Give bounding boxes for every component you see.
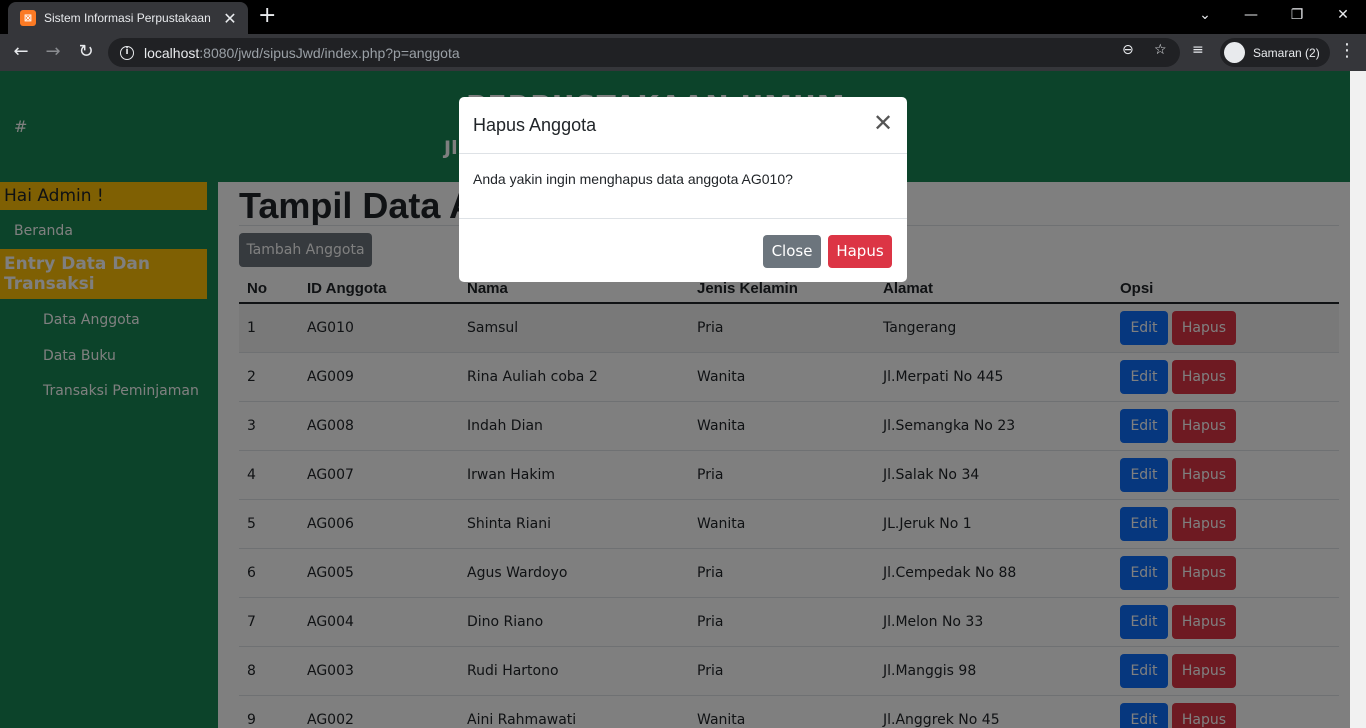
page-scrollbar[interactable] <box>1350 71 1366 728</box>
back-icon[interactable]: ← <box>8 40 34 66</box>
forward-icon[interactable]: → <box>40 40 66 66</box>
minimize-icon[interactable]: — <box>1228 4 1274 26</box>
site-info-icon[interactable]: i <box>120 45 134 60</box>
modal-footer: Close Hapus <box>459 218 907 282</box>
confirm-delete-button[interactable]: Hapus <box>828 235 892 268</box>
restore-icon[interactable]: ❐ <box>1274 4 1320 26</box>
bookmark-star-icon[interactable]: ☆ <box>1154 42 1167 58</box>
address-bar[interactable]: i localhost:8080/jwd/sipusJwd/index.php?… <box>108 38 1180 67</box>
tab-close-icon[interactable]: ✕ <box>218 9 242 28</box>
delete-modal: Hapus Anggota ✕ Anda yakin ingin menghap… <box>459 97 907 282</box>
reload-icon[interactable]: ↻ <box>73 40 99 66</box>
modal-header: Hapus Anggota ✕ <box>459 97 907 154</box>
incognito-profile[interactable]: Samaran (2) <box>1220 38 1330 67</box>
new-tab-icon[interactable]: + <box>258 5 276 27</box>
close-icon[interactable]: ✕ <box>873 111 893 135</box>
browser-menu-icon[interactable]: ⋮ <box>1338 40 1356 61</box>
tab-search-icon[interactable]: ⌄ <box>1182 4 1228 26</box>
profile-name: Samaran (2) <box>1253 45 1320 60</box>
reading-list-icon[interactable]: ≡ <box>1192 42 1204 58</box>
tab-title: Sistem Informasi Perpustakaan <box>44 11 211 25</box>
browser-tabbar: ⊠ Sistem Informasi Perpustakaan ✕ + ⌄ — … <box>0 0 1366 34</box>
incognito-icon <box>1224 42 1245 63</box>
xampp-icon: ⊠ <box>20 10 36 26</box>
page: # PERPUSTAKAAN UMUM Jl Hai Admin ! Beran… <box>0 71 1350 728</box>
modal-message: Anda yakin ingin menghapus data anggota … <box>473 171 793 187</box>
browser-toolbar: ← → ↻ i localhost:8080/jwd/sipusJwd/inde… <box>0 34 1366 71</box>
window-close-icon[interactable]: ✕ <box>1320 4 1366 26</box>
close-button[interactable]: Close <box>763 235 821 268</box>
modal-title: Hapus Anggota <box>473 115 597 135</box>
url-text: localhost:8080/jwd/sipusJwd/index.php?p=… <box>144 44 460 61</box>
browser-tab[interactable]: ⊠ Sistem Informasi Perpustakaan ✕ <box>8 2 248 34</box>
zoom-icon[interactable]: ⊖ <box>1122 42 1134 58</box>
